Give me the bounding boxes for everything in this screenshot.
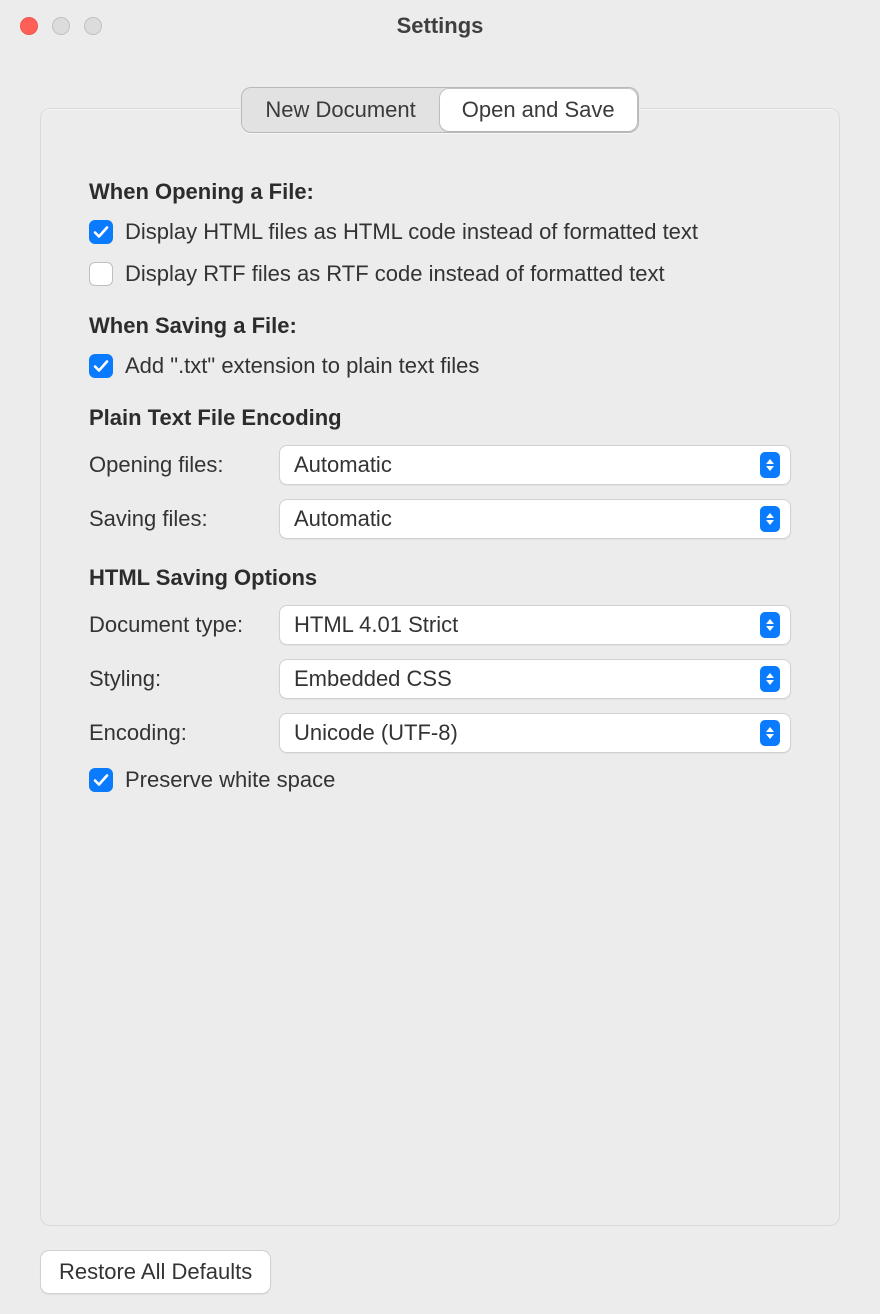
tabs-wrap: New Document Open and Save	[41, 87, 839, 133]
row-display-html-code: Display HTML files as HTML code instead …	[89, 219, 791, 245]
settings-panel: New Document Open and Save When Opening …	[40, 108, 840, 1226]
window-title: Settings	[0, 13, 880, 39]
label-document-type: Document type:	[89, 612, 265, 638]
saving-heading: When Saving a File:	[89, 313, 791, 339]
checkbox-add-txt-ext[interactable]	[89, 354, 113, 378]
check-icon	[93, 224, 109, 240]
updown-icon	[760, 506, 780, 532]
select-html-encoding[interactable]: Unicode (UTF-8)	[279, 713, 791, 753]
row-saving-encoding: Saving files: Automatic	[89, 499, 791, 539]
row-preserve-whitespace: Preserve white space	[89, 767, 791, 793]
titlebar: Settings	[0, 0, 880, 52]
section-saving: When Saving a File: Add ".txt" extension…	[89, 313, 791, 379]
updown-icon	[760, 452, 780, 478]
label-saving-encoding: Saving files:	[89, 506, 265, 532]
checkbox-display-rtf-code[interactable]	[89, 262, 113, 286]
select-opening-encoding[interactable]: Automatic	[279, 445, 791, 485]
label-html-encoding: Encoding:	[89, 720, 265, 746]
checkbox-preserve-whitespace[interactable]	[89, 768, 113, 792]
updown-icon	[760, 720, 780, 746]
select-html-encoding-value: Unicode (UTF-8)	[294, 720, 458, 746]
select-document-type[interactable]: HTML 4.01 Strict	[279, 605, 791, 645]
label-styling: Styling:	[89, 666, 265, 692]
updown-icon	[760, 666, 780, 692]
tab-bar: New Document Open and Save	[241, 87, 638, 133]
section-plaintext-encoding: Plain Text File Encoding Opening files: …	[89, 405, 791, 539]
tab-open-and-save[interactable]: Open and Save	[440, 89, 637, 131]
plaintext-encoding-heading: Plain Text File Encoding	[89, 405, 791, 431]
footer: Restore All Defaults	[40, 1250, 271, 1294]
row-document-type: Document type: HTML 4.01 Strict	[89, 605, 791, 645]
restore-defaults-button[interactable]: Restore All Defaults	[40, 1250, 271, 1294]
select-styling[interactable]: Embedded CSS	[279, 659, 791, 699]
select-styling-value: Embedded CSS	[294, 666, 452, 692]
row-add-txt-ext: Add ".txt" extension to plain text files	[89, 353, 791, 379]
close-window-button[interactable]	[20, 17, 38, 35]
row-styling: Styling: Embedded CSS	[89, 659, 791, 699]
label-preserve-whitespace: Preserve white space	[125, 767, 335, 793]
select-saving-encoding-value: Automatic	[294, 506, 392, 532]
row-html-encoding: Encoding: Unicode (UTF-8)	[89, 713, 791, 753]
section-html-saving: HTML Saving Options Document type: HTML …	[89, 565, 791, 793]
label-display-html-code: Display HTML files as HTML code instead …	[125, 219, 698, 245]
select-document-type-value: HTML 4.01 Strict	[294, 612, 458, 638]
checkbox-display-html-code[interactable]	[89, 220, 113, 244]
section-opening: When Opening a File: Display HTML files …	[89, 179, 791, 287]
opening-heading: When Opening a File:	[89, 179, 791, 205]
tab-new-document[interactable]: New Document	[243, 89, 437, 131]
select-opening-encoding-value: Automatic	[294, 452, 392, 478]
label-opening-encoding: Opening files:	[89, 452, 265, 478]
label-display-rtf-code: Display RTF files as RTF code instead of…	[125, 261, 665, 287]
minimize-window-button[interactable]	[52, 17, 70, 35]
select-saving-encoding[interactable]: Automatic	[279, 499, 791, 539]
maximize-window-button[interactable]	[84, 17, 102, 35]
check-icon	[93, 358, 109, 374]
html-saving-heading: HTML Saving Options	[89, 565, 791, 591]
row-display-rtf-code: Display RTF files as RTF code instead of…	[89, 261, 791, 287]
updown-icon	[760, 612, 780, 638]
check-icon	[93, 772, 109, 788]
row-opening-encoding: Opening files: Automatic	[89, 445, 791, 485]
label-add-txt-ext: Add ".txt" extension to plain text files	[125, 353, 479, 379]
window-controls	[20, 17, 102, 35]
